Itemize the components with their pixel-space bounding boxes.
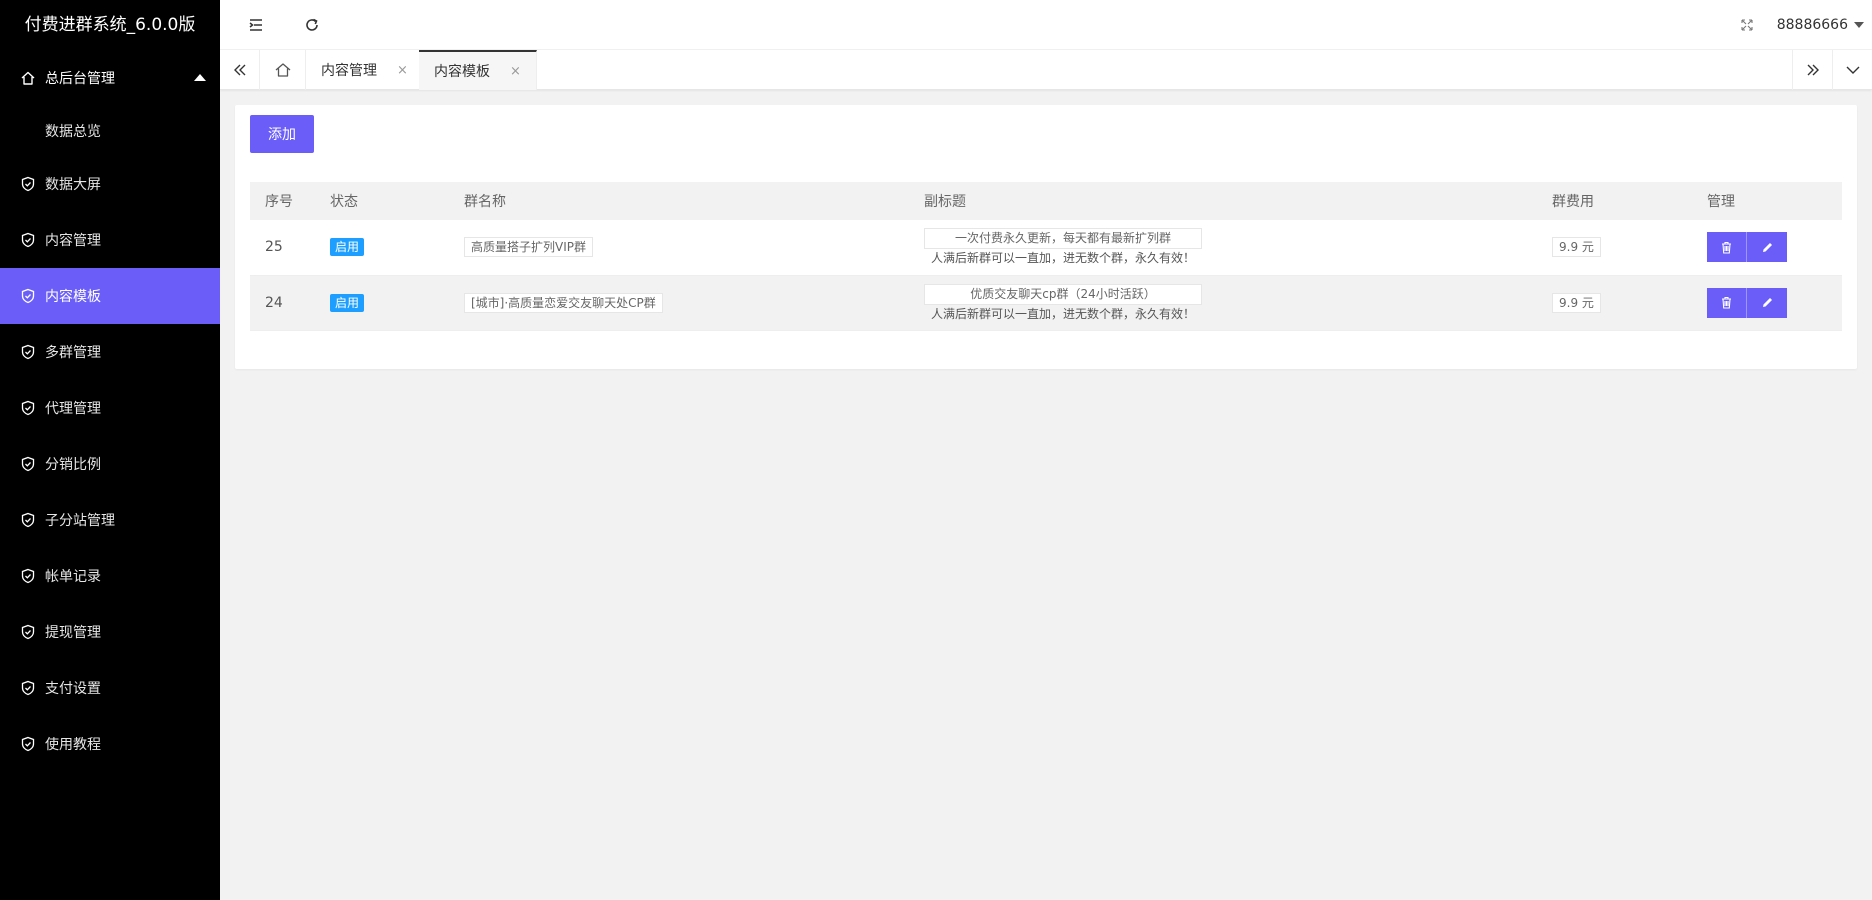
sidebar-item-10[interactable]: 使用教程 <box>0 716 220 772</box>
subtitle-line-1: 优质交友聊天cp群（24小时活跃） <box>924 283 1202 305</box>
close-icon[interactable]: × <box>397 63 408 78</box>
sidebar-item-2[interactable]: 内容模板 <box>0 268 220 324</box>
col-header-status: 状态 <box>330 194 358 210</box>
tab-label: 内容管理 <box>321 63 377 79</box>
sidebar-item-label: 提现管理 <box>45 625 101 641</box>
refresh-icon <box>306 18 318 31</box>
row-id: 25 <box>265 239 283 256</box>
tab-bar: 内容管理 × 内容模板 × <box>220 50 1872 90</box>
shield-check-icon <box>20 344 36 360</box>
tab-home[interactable] <box>260 50 306 90</box>
chevron-down-icon <box>1846 66 1859 74</box>
top-header: 88886666 <box>220 0 1872 50</box>
tab-content-template[interactable]: 内容模板 × <box>419 50 537 90</box>
refresh-button[interactable] <box>300 13 324 37</box>
sidebar-item-label: 总后台管理 <box>45 71 115 87</box>
shield-check-icon <box>20 456 36 472</box>
sidebar-item-label: 子分站管理 <box>45 513 115 529</box>
table-row: 24 启用 [城市]·高质量恋爱交友聊天处CP群 优质交友聊天cp群（24小时活… <box>250 275 1842 330</box>
tab-scroll-left-button[interactable] <box>220 50 260 90</box>
caret-down-icon <box>1854 22 1864 28</box>
fullscreen-button[interactable] <box>1735 13 1759 37</box>
col-header-name: 群名称 <box>464 194 506 210</box>
sidebar-item-3[interactable]: 多群管理 <box>0 324 220 380</box>
sidebar-item-6[interactable]: 子分站管理 <box>0 492 220 548</box>
sidebar-item-label: 分销比例 <box>45 457 101 473</box>
sidebar-item-4[interactable]: 代理管理 <box>0 380 220 436</box>
group-fee: 9.9 元 <box>1552 292 1601 313</box>
row-id: 24 <box>265 294 283 311</box>
close-icon[interactable]: × <box>510 64 521 79</box>
subtitle-line-2: 人满后新群可以一直加，进无数个群，永久有效！ <box>930 251 1195 266</box>
edit-button[interactable] <box>1747 287 1787 318</box>
table-header-row: 序号 状态 群名称 副标题 群费用 管理 <box>250 182 1842 220</box>
trash-icon <box>1722 241 1731 254</box>
tab-label: 内容模板 <box>434 64 490 80</box>
content-card: 添加 序号 状态 群名称 副标题 群费用 管理 25 启用 高质量搭子扩列VIP… <box>235 105 1857 369</box>
home-icon <box>275 63 290 77</box>
status-badge: 启用 <box>330 293 365 312</box>
sidebar-item-7[interactable]: 帐单记录 <box>0 548 220 604</box>
sidebar-item-5[interactable]: 分销比例 <box>0 436 220 492</box>
sidebar-item-label: 数据大屏 <box>45 177 101 193</box>
app-title: 付费进群系统_6.0.0版 <box>24 15 196 35</box>
menu-toggle-button[interactable] <box>244 13 268 37</box>
pencil-icon <box>1762 298 1772 307</box>
shield-check-icon <box>20 624 36 640</box>
user-name: 88886666 <box>1776 17 1848 33</box>
tab-content-management[interactable]: 内容管理 × <box>306 50 424 90</box>
sidebar-item-admin[interactable]: 总后台管理 <box>0 50 220 106</box>
shield-check-icon <box>20 400 36 416</box>
col-header-fee: 群费用 <box>1552 194 1594 210</box>
group-name: 高质量搭子扩列VIP群 <box>464 237 593 258</box>
sidebar-item-label: 支付设置 <box>45 681 101 697</box>
add-button[interactable]: 添加 <box>250 115 314 153</box>
col-header-actions: 管理 <box>1707 194 1735 210</box>
double-chevron-right-icon <box>1807 64 1819 76</box>
shield-check-icon <box>20 568 36 584</box>
table-row: 25 启用 高质量搭子扩列VIP群 一次付费永久更新，每天都有最新扩列群 人满后… <box>250 220 1842 275</box>
double-chevron-left-icon <box>233 64 245 76</box>
shield-check-icon <box>20 736 36 752</box>
tab-menu-button[interactable] <box>1832 50 1872 90</box>
sidebar-item-label: 帐单记录 <box>45 569 101 585</box>
caret-up-icon <box>194 74 206 81</box>
home-icon <box>20 70 36 86</box>
sidebar-item-0[interactable]: 数据大屏 <box>0 156 220 212</box>
edit-button[interactable] <box>1747 232 1787 263</box>
shield-check-icon <box>20 512 36 528</box>
sidebar-item-label: 代理管理 <box>45 401 101 417</box>
sidebar-item-9[interactable]: 支付设置 <box>0 660 220 716</box>
subtitle-line-1: 一次付费永久更新，每天都有最新扩列群 <box>924 228 1202 250</box>
sidebar-item-1[interactable]: 内容管理 <box>0 212 220 268</box>
tab-scroll-right-button[interactable] <box>1792 50 1832 90</box>
subtitle-line-2: 人满后新群可以一直加，进无数个群，永久有效！ <box>930 306 1195 321</box>
fullscreen-icon <box>1741 19 1753 31</box>
delete-button[interactable] <box>1707 287 1747 318</box>
indent-icon <box>249 19 262 31</box>
trash-icon <box>1722 296 1731 309</box>
sidebar-item-label: 内容管理 <box>45 233 101 249</box>
sidebar-item-label: 数据总览 <box>45 124 101 140</box>
sidebar-item-label: 使用教程 <box>45 737 101 753</box>
status-badge: 启用 <box>330 238 365 257</box>
shield-check-icon <box>20 680 36 696</box>
sidebar-item-8[interactable]: 提现管理 <box>0 604 220 660</box>
shield-check-icon <box>20 232 36 248</box>
group-fee: 9.9 元 <box>1552 237 1601 258</box>
group-name: [城市]·高质量恋爱交友聊天处CP群 <box>464 292 663 313</box>
sidebar-item-label: 多群管理 <box>45 345 101 361</box>
sidebar-item-overview[interactable]: 数据总览 <box>0 106 220 156</box>
col-header-subtitle: 副标题 <box>924 194 966 210</box>
template-table: 序号 状态 群名称 副标题 群费用 管理 25 启用 高质量搭子扩列VIP群 一… <box>250 182 1842 331</box>
col-header-id: 序号 <box>265 194 293 210</box>
shield-check-icon <box>20 176 36 192</box>
delete-button[interactable] <box>1707 232 1747 263</box>
sidebar-item-label: 内容模板 <box>45 289 101 305</box>
shield-check-icon <box>20 288 36 304</box>
sidebar: 付费进群系统_6.0.0版 总后台管理 数据总览 数据大屏内容管理内容模板多群管… <box>0 0 220 900</box>
user-menu[interactable]: 88886666 <box>1777 0 1872 50</box>
pencil-icon <box>1762 242 1772 252</box>
